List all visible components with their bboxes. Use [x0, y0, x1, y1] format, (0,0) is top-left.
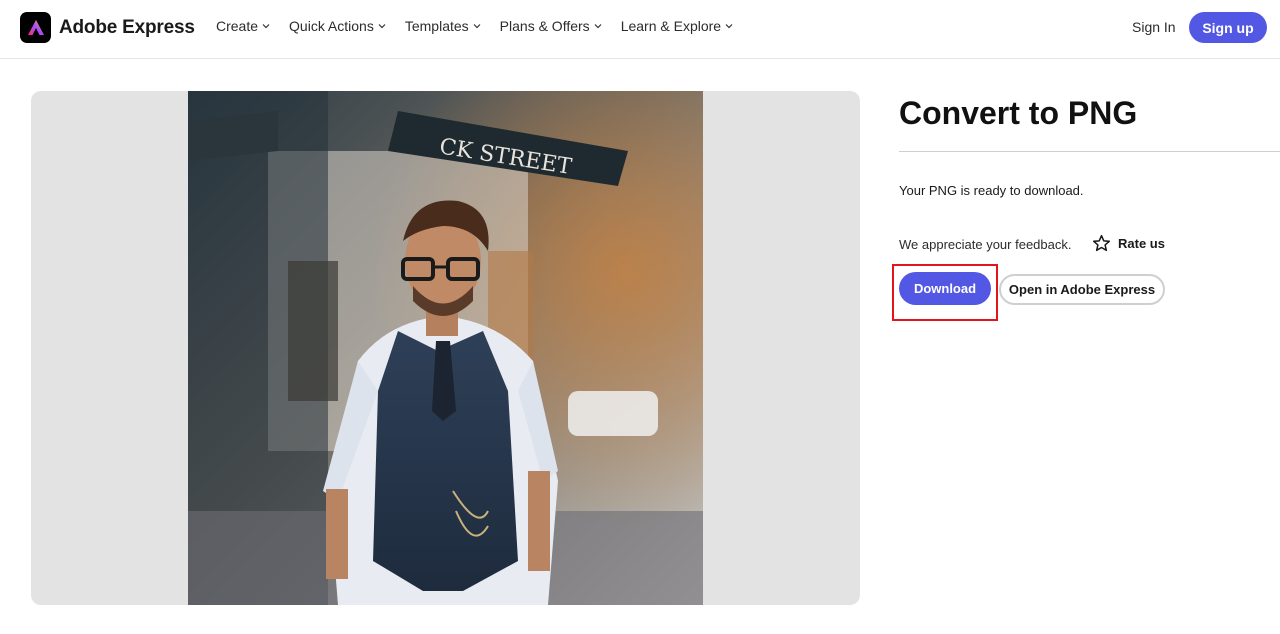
- brand-name: Adobe Express: [59, 16, 195, 38]
- chevron-down-icon: [262, 24, 270, 29]
- chevron-down-icon: [473, 24, 481, 29]
- nav-create[interactable]: Create: [216, 18, 270, 34]
- title-divider: [899, 151, 1280, 152]
- rate-us-label: Rate us: [1118, 236, 1165, 251]
- sign-up-button[interactable]: Sign up: [1189, 12, 1267, 43]
- nav-learn-explore[interactable]: Learn & Explore: [621, 18, 733, 34]
- feedback-message: We appreciate your feedback.: [899, 237, 1072, 252]
- converted-photo-preview: CK STREET: [188, 91, 703, 605]
- brand-logo[interactable]: Adobe Express: [20, 12, 195, 43]
- star-icon: [1092, 234, 1111, 252]
- sign-in-link[interactable]: Sign In: [1132, 19, 1176, 35]
- chevron-down-icon: [378, 24, 386, 29]
- nav-label: Plans & Offers: [499, 18, 590, 34]
- ready-message: Your PNG is ready to download.: [899, 183, 1084, 198]
- nav-quick-actions[interactable]: Quick Actions: [289, 18, 386, 34]
- main-nav: Create Quick Actions Templates Plans & O…: [216, 18, 752, 34]
- chevron-down-icon: [594, 24, 602, 29]
- top-header: Adobe Express Create Quick Actions Templ…: [0, 0, 1280, 59]
- nav-templates[interactable]: Templates: [405, 18, 481, 34]
- open-in-adobe-express-button[interactable]: Open in Adobe Express: [999, 274, 1165, 305]
- nav-label: Learn & Explore: [620, 18, 722, 34]
- nav-label: Templates: [404, 18, 469, 34]
- adobe-express-logo-icon: [20, 12, 51, 43]
- page-title: Convert to PNG: [899, 95, 1138, 131]
- image-preview-panel: CK STREET: [31, 91, 860, 605]
- nav-label: Quick Actions: [289, 18, 374, 34]
- rate-us-button[interactable]: Rate us: [1092, 234, 1165, 253]
- nav-plans-offers[interactable]: Plans & Offers: [500, 18, 602, 34]
- download-button[interactable]: Download: [899, 272, 991, 305]
- nav-label: Create: [216, 18, 259, 34]
- chevron-down-icon: [725, 24, 733, 29]
